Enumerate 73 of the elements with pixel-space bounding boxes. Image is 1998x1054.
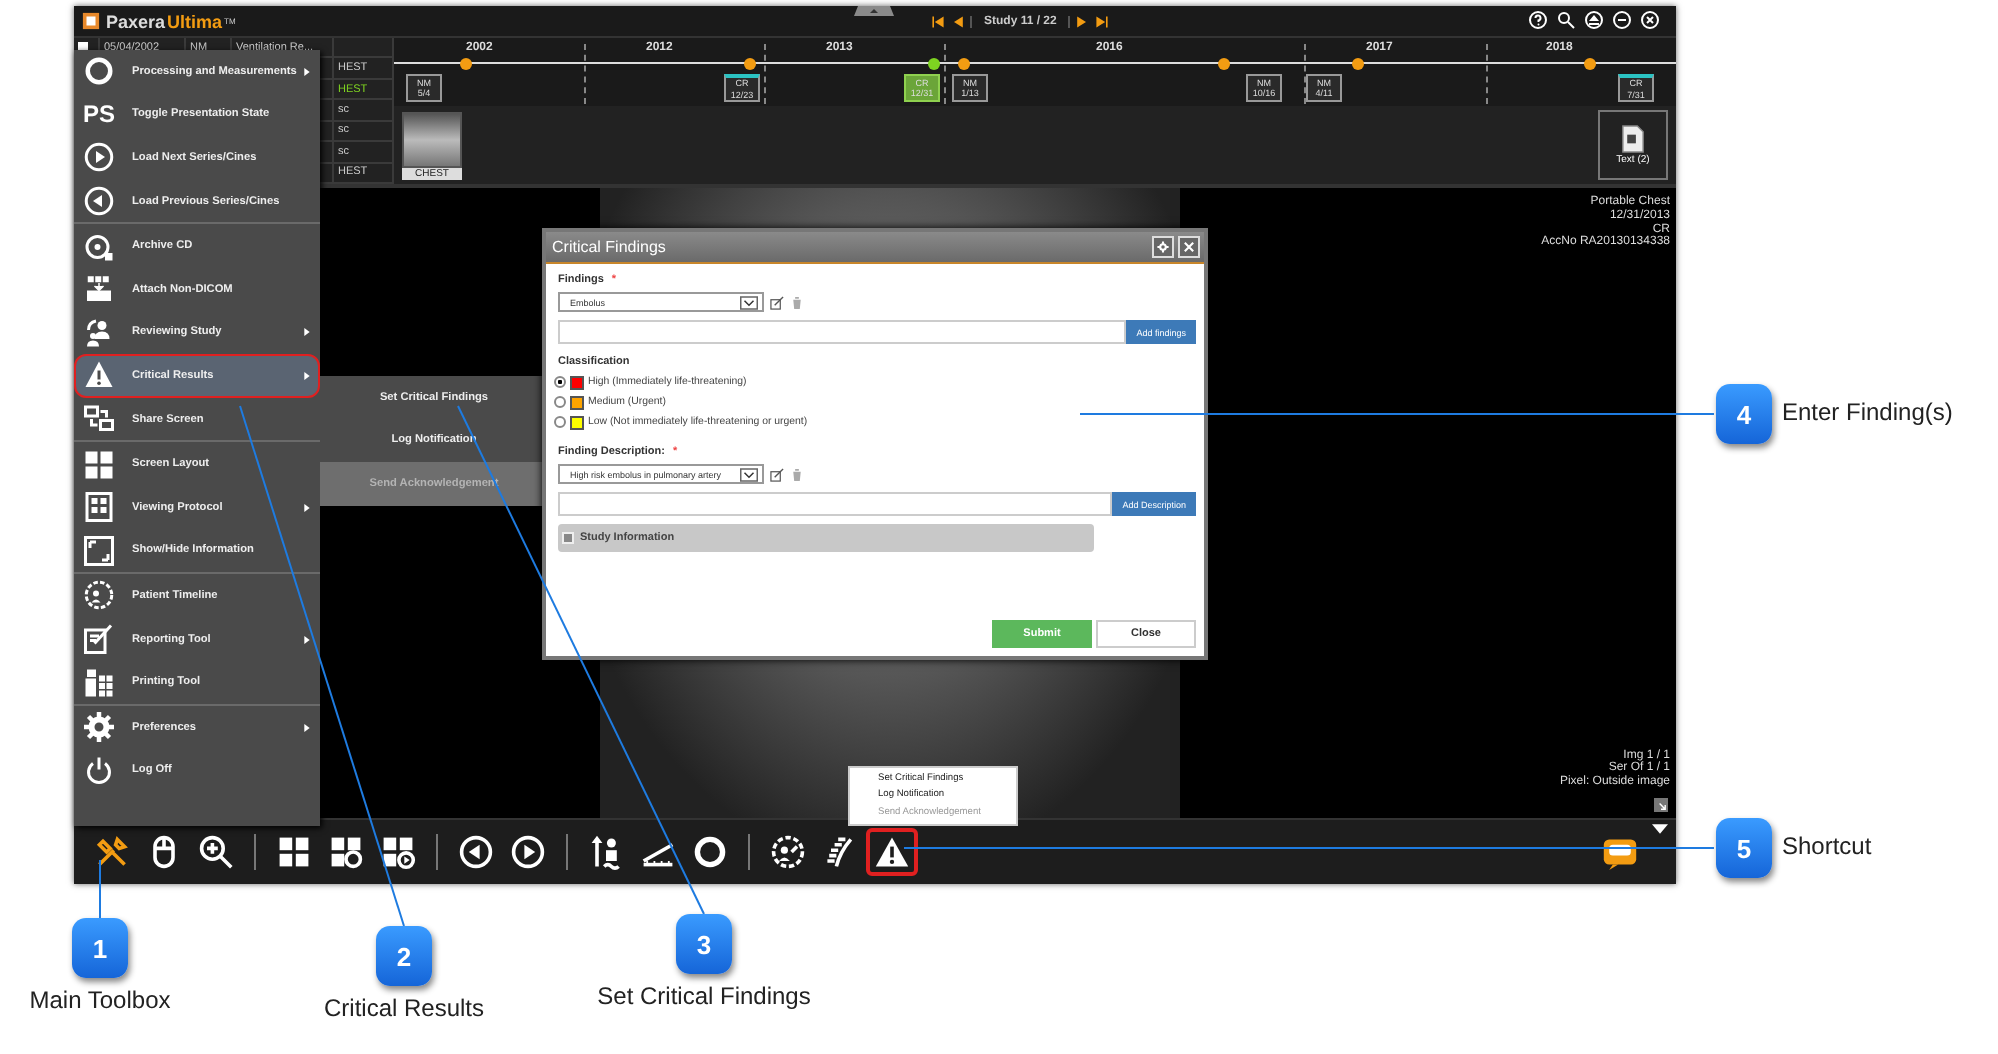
eject-icon[interactable] — [1584, 10, 1604, 30]
previous-icon — [84, 186, 114, 217]
logo-icon — [82, 12, 100, 30]
callout-number: 4 — [1716, 384, 1772, 444]
layout-icon — [84, 492, 114, 523]
document-icon — [1620, 124, 1646, 154]
callout-label: Set Critical Findings — [597, 982, 811, 1010]
grid-play-icon — [380, 834, 416, 870]
grid-icon — [276, 834, 312, 870]
resize-icon[interactable] — [1654, 798, 1668, 812]
leader-line — [99, 859, 101, 919]
disc-icon — [84, 231, 114, 262]
radio-button[interactable] — [554, 376, 566, 388]
power-icon — [84, 755, 114, 786]
help-icon[interactable] — [1528, 10, 1548, 30]
close-button[interactable] — [1178, 236, 1200, 258]
callout-number: 1 — [72, 918, 128, 978]
grid-link-icon — [328, 834, 364, 870]
search-icon[interactable] — [1556, 10, 1576, 30]
ring-icon — [692, 834, 728, 870]
last-study-icon[interactable] — [1094, 14, 1111, 30]
callout-label: Enter Finding(s) — [1782, 398, 1953, 426]
description-input[interactable] — [558, 492, 1113, 516]
dropdown-caret-icon — [740, 467, 758, 481]
people-icon — [84, 317, 114, 348]
callout-number: 2 — [376, 926, 432, 986]
next-study-icon[interactable] — [1074, 14, 1091, 30]
icon-text: PS — [82, 100, 115, 129]
toolbar-button[interactable] — [866, 828, 918, 876]
close-icon[interactable] — [1640, 10, 1660, 30]
edit-icon — [84, 624, 114, 655]
callout-label: Shortcut — [1782, 832, 1872, 860]
previous-study-icon[interactable] — [950, 14, 966, 30]
first-study-icon[interactable] — [930, 14, 946, 30]
edit-icon[interactable] — [770, 467, 784, 481]
share-screen-icon — [84, 404, 114, 435]
previous-icon — [458, 834, 494, 870]
radio-button[interactable] — [554, 396, 566, 408]
callout-number: 3 — [676, 914, 732, 974]
brand-name-accent: Ultima — [167, 11, 223, 31]
edit-icon[interactable] — [770, 295, 784, 309]
settings-button[interactable] — [1152, 236, 1174, 258]
printer-icon — [84, 667, 114, 698]
settings-icon — [1156, 240, 1170, 254]
findings-input[interactable] — [558, 320, 1127, 344]
dropdown-caret-icon[interactable] — [1652, 824, 1668, 834]
close-icon — [1182, 240, 1196, 254]
dialog-title: Critical Findings — [552, 238, 668, 256]
minimize-icon[interactable] — [1612, 10, 1632, 30]
brand-name: Paxera — [106, 11, 166, 31]
next-icon — [510, 834, 546, 870]
callout-label: Critical Results — [324, 994, 484, 1022]
warning-icon — [84, 360, 114, 391]
clock-person-icon — [770, 834, 806, 870]
chat-icon[interactable] — [1600, 834, 1640, 870]
settings-icon — [84, 712, 114, 743]
grid-icon — [84, 449, 114, 480]
radio-button[interactable] — [554, 416, 566, 428]
callout-label: Main Toolbox — [29, 986, 171, 1014]
dropdown-caret-icon — [740, 295, 758, 309]
zoom-icon — [198, 834, 234, 870]
play-icon — [84, 142, 114, 173]
expand-toggle[interactable] — [562, 532, 574, 544]
xray-thumbnail-placeholder[interactable] — [402, 111, 462, 167]
ring-icon — [84, 56, 114, 87]
frame-icon — [84, 535, 114, 566]
warning-icon — [874, 834, 910, 870]
clock-person-icon — [84, 580, 114, 611]
person-arrow-icon — [588, 834, 624, 870]
callout-number: 5 — [1716, 818, 1772, 878]
tools-icon — [94, 834, 130, 870]
attach-icon — [84, 274, 114, 305]
spine-icon — [822, 834, 858, 870]
